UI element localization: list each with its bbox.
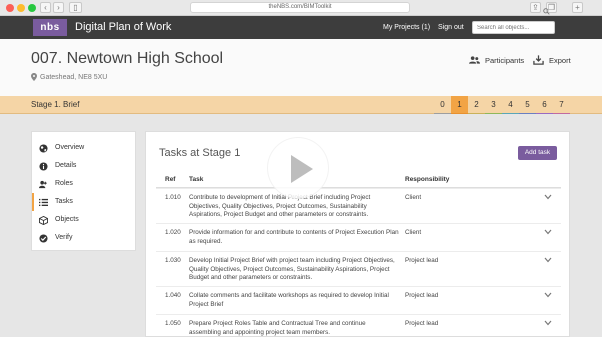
app-title: Digital Plan of Work [75,21,172,33]
column-header-responsibility: Responsibility [405,176,450,183]
app-header: nbs Digital Plan of Work My Projects (1)… [0,16,602,39]
project-location: Gateshead, NE8 5XU [31,73,107,81]
forward-button[interactable]: › [53,2,64,13]
stage-tab-7[interactable]: 7 [553,96,570,114]
table-row[interactable]: 1.040 Collate comments and facilitate wo… [156,286,561,314]
sidebar-item-label: Tasks [55,198,73,205]
cube-icon [39,215,48,225]
table-row[interactable]: 1.010 Contribute to development of Initi… [156,188,561,223]
chevron-down-icon[interactable] [544,194,552,200]
check-globe-icon [39,233,48,243]
back-button[interactable]: ‹ [40,2,51,13]
task-responsibility: Client [405,229,422,236]
sidebar-toggle-icon[interactable]: ▯ [69,2,82,13]
info-icon [39,161,48,171]
chevron-down-icon[interactable] [544,257,552,263]
table-row[interactable]: 1.020 Provide information for and contri… [156,223,561,251]
minimize-window-button[interactable] [17,4,25,12]
task-description: Provide information for and contribute t… [189,229,399,245]
add-task-button[interactable]: Add task [518,146,557,160]
sign-out-link[interactable]: Sign out [438,16,464,39]
task-responsibility: Project lead [405,257,439,264]
sidebar-item-details[interactable]: Details [32,157,137,175]
location-pin-icon [31,73,37,81]
panel-title: Tasks at Stage 1 [159,147,241,159]
video-play-button[interactable] [267,137,329,199]
participants-icon [469,56,480,64]
close-window-button[interactable] [6,4,14,12]
task-ref: 1.020 [165,229,181,236]
stage-tab-5[interactable]: 5 [519,96,536,114]
column-header-ref: Ref [165,176,176,183]
stage-tab-3[interactable]: 3 [485,96,502,114]
stage-label: Stage 1. Brief [31,100,80,109]
task-responsibility: Client [405,194,422,201]
sidebar-item-label: Verify [55,234,73,241]
share-icon[interactable]: ⇪ [530,2,541,13]
export-label: Export [549,55,571,65]
project-header: 007. Newtown High School Gateshead, NE8 … [0,39,602,96]
nbs-logo[interactable]: nbs [33,19,67,36]
task-responsibility: Project lead [405,320,439,327]
new-tab-icon[interactable]: + [572,2,583,13]
browser-toolbar: ‹ › ▯ theNBS.com/BIMToolkit ⇪ ❐ + [0,0,602,16]
play-icon [291,155,313,183]
stage-tab-6[interactable]: 6 [536,96,553,114]
stage-tab-0[interactable]: 0 [434,96,451,114]
task-description: Develop Initial Project Brief with proje… [189,257,395,282]
chevron-down-icon[interactable] [544,229,552,235]
stage-tab-2[interactable]: 2 [468,96,485,114]
search-icon[interactable] [543,8,550,15]
users-icon [39,180,47,188]
participants-button[interactable]: Participants [469,55,524,65]
list-icon [39,198,48,206]
task-responsibility: Project lead [405,292,439,299]
participants-label: Participants [485,55,525,65]
export-icon [533,55,544,65]
sidebar-item-verify[interactable]: Verify [32,229,137,247]
task-ref: 1.050 [165,320,181,327]
sidebar-item-label: Overview [55,144,85,151]
task-description: Prepare Project Roles Table and Contract… [189,320,366,336]
sidebar: Overview Details Roles Tasks Objects Ver… [31,131,136,251]
task-ref: 1.040 [165,292,181,299]
sidebar-item-label: Roles [55,180,73,187]
task-description: Collate comments and facilitate workshop… [189,292,389,308]
globe-icon [39,143,48,153]
table-row[interactable]: 1.030 Develop Initial Project Brief with… [156,251,561,286]
column-header-task: Task [189,176,204,183]
task-ref: 1.030 [165,257,181,264]
maximize-window-button[interactable] [28,4,36,12]
sidebar-item-objects[interactable]: Objects [32,211,137,229]
stage-tab-1[interactable]: 1 [451,96,468,114]
project-title: 007. Newtown High School [31,50,224,67]
chevron-down-icon[interactable] [544,320,552,326]
export-button[interactable]: Export [533,55,571,65]
sidebar-item-tasks[interactable]: Tasks [32,193,137,211]
chevron-down-icon[interactable] [544,292,552,298]
address-bar[interactable]: theNBS.com/BIMToolkit [190,2,410,13]
sidebar-item-label: Objects [55,216,79,223]
stage-bar: Stage 1. Brief 0 1 2 3 4 5 6 7 [0,96,602,115]
search-input[interactable] [472,21,555,34]
location-text: Gateshead, NE8 5XU [40,73,108,81]
sidebar-item-roles[interactable]: Roles [32,175,137,193]
task-ref: 1.010 [165,194,181,201]
stage-tab-4[interactable]: 4 [502,96,519,114]
my-projects-link[interactable]: My Projects (1) [383,16,430,39]
table-row[interactable]: 1.050 Prepare Project Roles Table and Co… [156,314,561,336]
tasks-panel: Tasks at Stage 1 Add task Ref Task Respo… [145,131,570,337]
sidebar-item-overview[interactable]: Overview [32,139,137,157]
sidebar-item-label: Details [55,162,77,169]
